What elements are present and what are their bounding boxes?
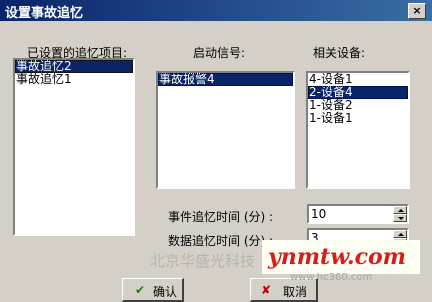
data-time-label: 数据追忆时间 (分) : — [168, 234, 274, 248]
data-time-up-button[interactable] — [393, 230, 407, 238]
list-item[interactable]: 事故追忆1 — [15, 73, 133, 86]
watermark-company: 北京华盛光科技 — [150, 252, 256, 270]
start-signal-label: 启动信号: — [193, 46, 246, 60]
ok-button[interactable]: ✔ 确认 — [122, 278, 184, 302]
event-time-down-button[interactable] — [393, 214, 407, 222]
arrow-down-icon — [398, 217, 404, 220]
x-icon: ✘ — [261, 283, 272, 297]
related-devices-list[interactable]: 4-设备1 2-设备4 1-设备2 1-设备1 — [306, 71, 410, 189]
watermark-site: ynmtw.com — [268, 244, 406, 270]
cancel-button-label: 取消 — [283, 285, 308, 299]
list-item[interactable]: 事故报警4 — [158, 73, 293, 86]
close-icon: × — [412, 4, 422, 17]
watermark-sub: www.hc360.com — [290, 272, 373, 283]
list-item[interactable]: 1-设备1 — [308, 112, 408, 125]
tracked-items-list[interactable]: 事故追忆2 事故追忆1 — [13, 58, 135, 236]
title-bar: 设置事故追忆 × — [0, 0, 432, 21]
arrow-up-icon — [398, 233, 404, 236]
event-time-up-button[interactable] — [393, 206, 407, 214]
arrow-up-icon — [398, 209, 404, 212]
ok-button-label: 确认 — [153, 285, 178, 299]
window-title: 设置事故追忆 — [5, 6, 84, 21]
close-button[interactable]: × — [408, 3, 426, 19]
event-time-spinner[interactable]: 10 — [307, 204, 409, 224]
watermark-badge: ynmtw.com — [262, 240, 420, 274]
check-icon: ✔ — [135, 283, 146, 297]
start-signal-list[interactable]: 事故报警4 — [156, 71, 295, 189]
event-time-label: 事件追忆时间 (分) : — [168, 210, 274, 224]
related-devices-label: 相关设备: — [313, 46, 366, 60]
event-time-value[interactable]: 10 — [311, 207, 326, 221]
